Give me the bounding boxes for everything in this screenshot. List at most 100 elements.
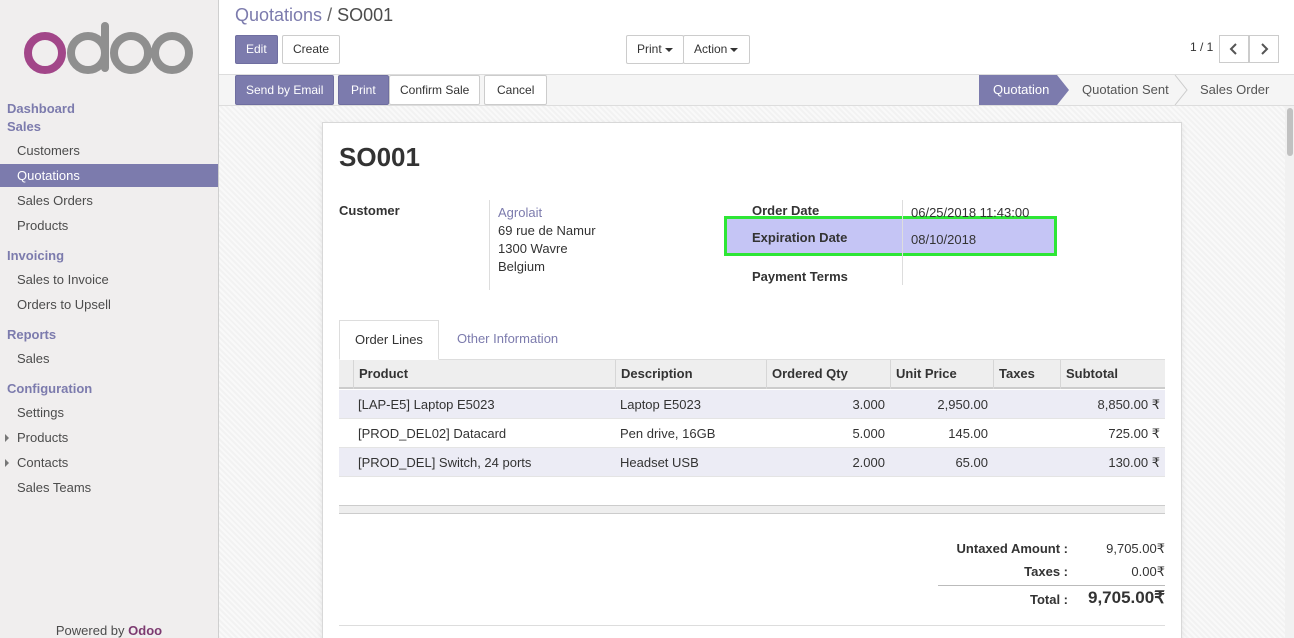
- sidebar-item-config-products[interactable]: Products: [0, 426, 218, 449]
- divider: [489, 200, 490, 290]
- sidebar-item-label: Contacts: [17, 455, 69, 470]
- sidebar-item-orders-to-upsell[interactable]: Orders to Upsell: [0, 293, 218, 316]
- cell-qty: 2.000: [852, 455, 885, 470]
- totals-divider: [938, 585, 1165, 586]
- cell-qty: 3.000: [852, 397, 885, 412]
- cell-product: [LAP-E5] Laptop E5023: [358, 397, 495, 412]
- untaxed-amount-value: 9,705.00₹: [1106, 541, 1165, 556]
- powered-by-link[interactable]: Odoo: [128, 623, 162, 638]
- total-value: 9,705.00₹: [1088, 588, 1165, 607]
- sidebar-item-quotations[interactable]: Quotations: [0, 164, 218, 187]
- customer-link[interactable]: Agrolait: [498, 205, 542, 220]
- column-header-subtotal[interactable]: Subtotal: [1066, 366, 1118, 381]
- pager-value: 1 / 1: [1190, 40, 1214, 54]
- taxes-value: 0.00₹: [1131, 564, 1165, 579]
- expiration-date-value[interactable]: 08/10/2018: [911, 232, 976, 247]
- expiration-date-label: Expiration Date: [752, 230, 848, 245]
- cell-subtotal: 725.00 ₹: [1108, 426, 1160, 441]
- divider: [902, 200, 903, 285]
- cell-product: [PROD_DEL] Switch, 24 ports: [358, 455, 532, 470]
- sidebar-item-sales-orders[interactable]: Sales Orders: [0, 189, 218, 212]
- stage-separator-icon: [1174, 75, 1188, 105]
- column-separator: [766, 360, 767, 389]
- breadcrumb-separator: /: [327, 5, 333, 25]
- chevron-right-icon: [1261, 43, 1269, 55]
- customer-country: Belgium: [498, 259, 545, 274]
- cell-subtotal: 8,850.00 ₹: [1097, 397, 1161, 412]
- cell-description: Pen drive, 16GB: [620, 426, 716, 441]
- send-by-email-button[interactable]: Send by Email: [235, 75, 335, 105]
- column-header-taxes[interactable]: Taxes: [999, 366, 1035, 381]
- chevron-left-icon: [1229, 43, 1237, 55]
- order-date-value: 06/25/2018 11:43:00: [911, 205, 1030, 220]
- taxes-label: Taxes :: [1024, 564, 1068, 579]
- odoo-logo[interactable]: [24, 22, 194, 78]
- customer-label: Customer: [339, 203, 400, 218]
- scrollbar[interactable]: [1285, 106, 1294, 638]
- column-header-description[interactable]: Description: [621, 366, 693, 381]
- tab-other-information[interactable]: Other Information: [442, 320, 573, 360]
- column-separator: [993, 360, 994, 389]
- caret-right-icon: [5, 459, 9, 467]
- action-dropdown-label: Action: [694, 42, 728, 56]
- column-separator: [353, 360, 354, 389]
- create-button[interactable]: Create: [282, 35, 341, 64]
- cell-description: Laptop E5023: [620, 397, 701, 412]
- cell-price: 145.00: [948, 426, 988, 441]
- confirm-sale-button[interactable]: Confirm Sale: [389, 75, 481, 105]
- caret-down-icon: [664, 47, 673, 52]
- divider: [339, 625, 1165, 626]
- print-dropdown[interactable]: Print: [626, 35, 684, 64]
- breadcrumb-current: SO001: [337, 5, 394, 25]
- page-title: SO001: [339, 142, 420, 172]
- customer-city: 1300 Wavre: [498, 241, 568, 256]
- stage-quotation-sent[interactable]: Quotation Sent: [1082, 75, 1169, 105]
- caret-right-icon: [5, 434, 9, 442]
- sidebar-head-reports: Reports: [7, 327, 57, 342]
- sidebar-item-reports-sales[interactable]: Sales: [0, 347, 218, 370]
- powered-by: Powered by Odoo: [0, 623, 218, 638]
- cell-subtotal: 130.00 ₹: [1108, 455, 1160, 470]
- tab-order-lines[interactable]: Order Lines: [339, 320, 439, 360]
- table-header: [339, 360, 1165, 389]
- sidebar-item-sales-teams[interactable]: Sales Teams: [0, 476, 218, 499]
- sidebar-item-settings[interactable]: Settings: [0, 401, 218, 424]
- sidebar-item-sales-to-invoice[interactable]: Sales to Invoice: [0, 268, 218, 291]
- statusbar-print-button[interactable]: Print: [338, 75, 389, 105]
- cell-price: 2,950.00: [937, 397, 988, 412]
- edit-button[interactable]: Edit: [235, 35, 278, 64]
- sidebar: Dashboard Sales Customers Quotations Sal…: [0, 0, 219, 638]
- scrollbar-thumb[interactable]: [1287, 108, 1293, 156]
- column-header-ordered-qty[interactable]: Ordered Qty: [772, 366, 848, 381]
- stage-quotation[interactable]: Quotation: [979, 75, 1057, 105]
- untaxed-amount-label: Untaxed Amount :: [956, 541, 1068, 556]
- sidebar-item-label: Products: [17, 430, 69, 445]
- column-header-product[interactable]: Product: [359, 366, 408, 381]
- sidebar-item-contacts[interactable]: Contacts: [0, 451, 218, 474]
- cancel-button[interactable]: Cancel: [484, 75, 548, 105]
- pager-previous-button[interactable]: [1219, 35, 1249, 63]
- column-separator: [1060, 360, 1061, 389]
- pager-next-button[interactable]: [1249, 35, 1279, 63]
- column-header-unit-price[interactable]: Unit Price: [896, 366, 957, 381]
- breadcrumb-quotations[interactable]: Quotations: [235, 5, 322, 25]
- column-separator: [615, 360, 616, 389]
- cell-qty: 5.000: [852, 426, 885, 441]
- cell-product: [PROD_DEL02] Datacard: [358, 426, 507, 441]
- stage-arrow: [1057, 75, 1069, 105]
- breadcrumb: Quotations / SO001: [235, 5, 393, 26]
- sidebar-item-products[interactable]: Products: [0, 214, 218, 237]
- sidebar-head-dashboard[interactable]: Dashboard: [7, 101, 75, 116]
- payment-terms-label: Payment Terms: [752, 269, 848, 284]
- sidebar-head-configuration: Configuration: [7, 381, 93, 396]
- sidebar-item-customers[interactable]: Customers: [0, 139, 218, 162]
- cell-price: 65.00: [955, 455, 988, 470]
- table-footer: [339, 505, 1165, 514]
- powered-by-label: Powered by: [55, 623, 125, 638]
- print-dropdown-label: Print: [637, 42, 662, 56]
- action-dropdown[interactable]: Action: [683, 35, 750, 64]
- order-date-label: Order Date: [752, 203, 820, 218]
- sidebar-head-invoicing: Invoicing: [7, 248, 65, 263]
- stage-sales-order[interactable]: Sales Order: [1200, 75, 1269, 105]
- customer-street: 69 rue de Namur: [498, 223, 596, 238]
